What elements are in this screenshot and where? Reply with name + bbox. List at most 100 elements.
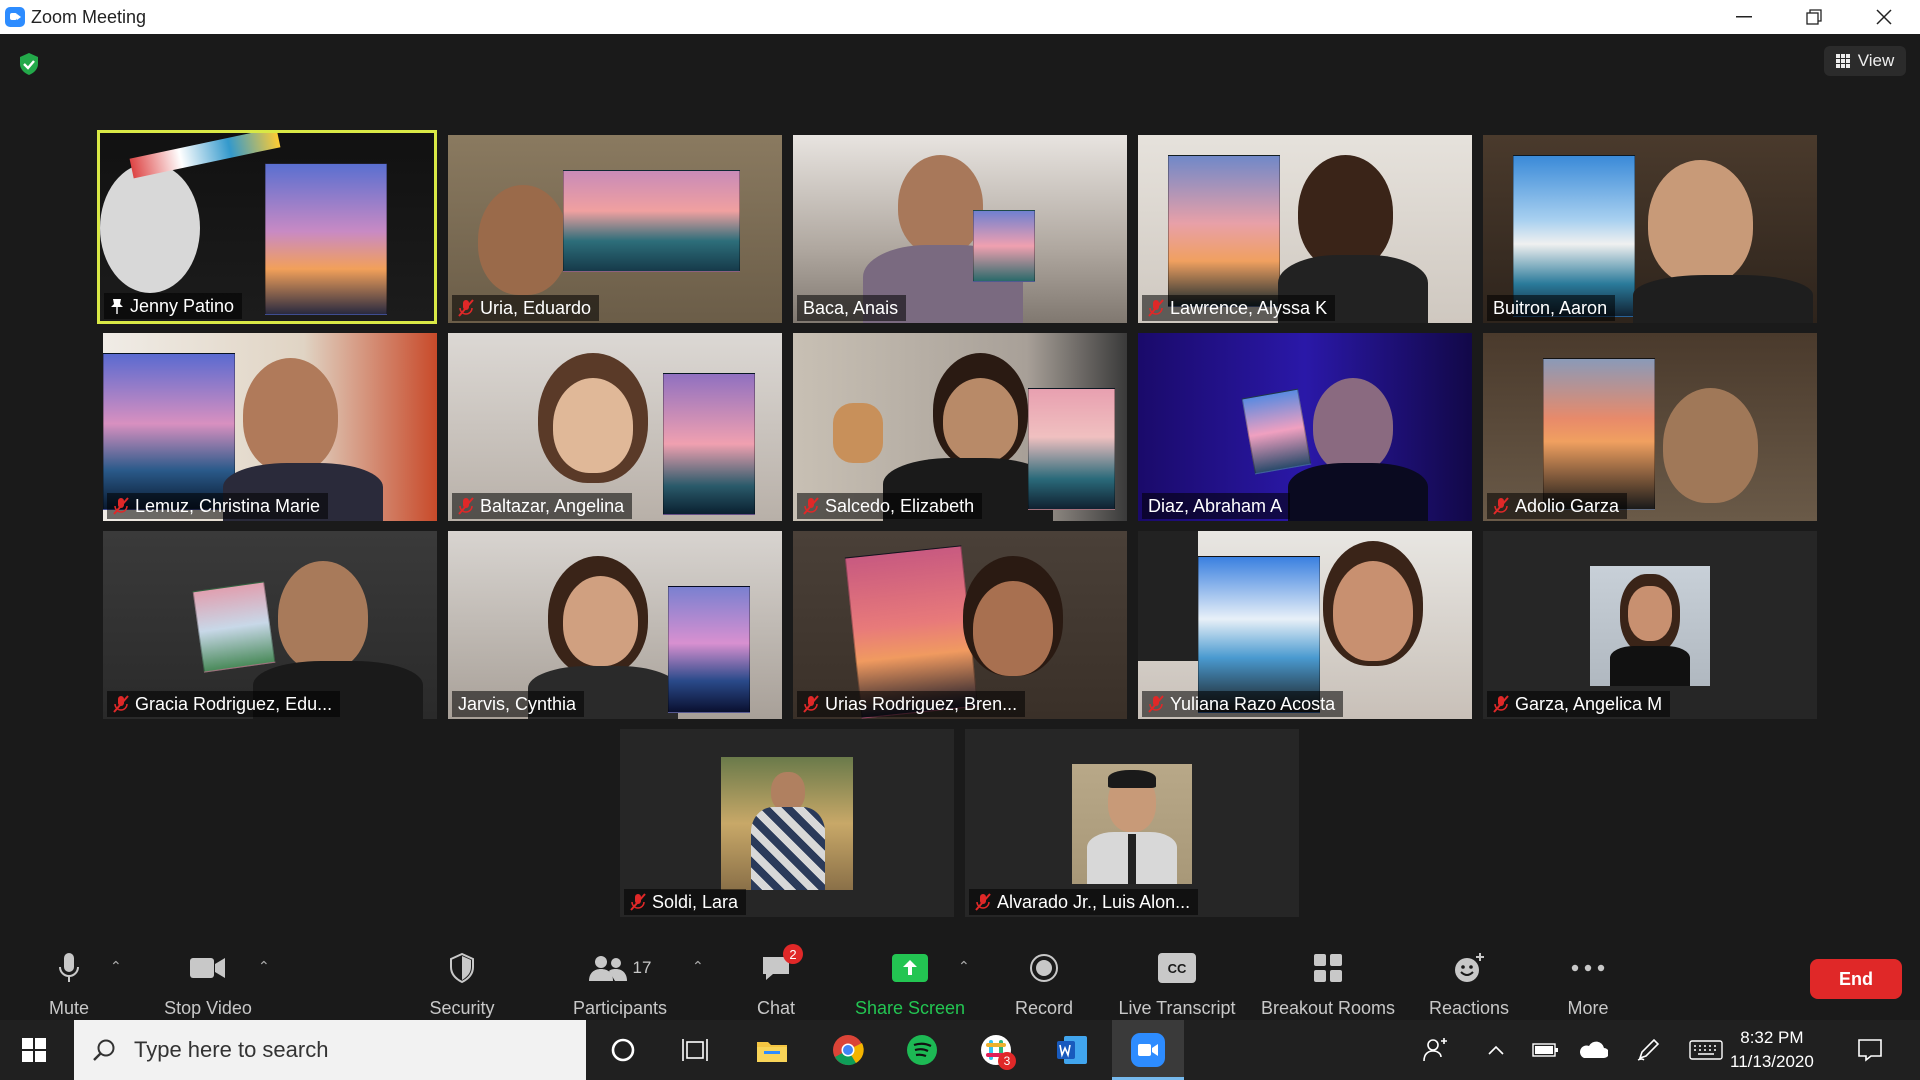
mute-button[interactable]: Mute [38,940,100,1020]
encryption-shield-icon[interactable] [18,52,40,76]
participant-name: Lawrence, Alyssa K [1170,297,1328,318]
breakout-rooms-button[interactable]: Breakout Rooms [1260,940,1396,1020]
breakout-rooms-icon [1314,954,1342,982]
battery-icon[interactable] [1526,1030,1566,1070]
participant-label: Jarvis, Cynthia [452,691,585,717]
muted-mic-icon [458,299,474,317]
zoom-app-icon [5,7,25,27]
participant-label: Urias Rodriguez, Bren... [797,691,1026,717]
profile-picture [1072,764,1192,884]
close-button[interactable] [1856,0,1912,34]
participant-label: Lemuz, Christina Marie [107,493,329,519]
record-button[interactable]: Record [1012,940,1076,1020]
pen-workspace-icon[interactable] [1628,1030,1668,1070]
search-placeholder: Type here to search [134,1037,329,1062]
restore-button[interactable] [1786,0,1842,34]
slack-badge: 3 [998,1052,1016,1070]
video-tile[interactable]: Diaz, Abraham A [1138,333,1472,521]
chat-unread-badge: 2 [783,944,803,964]
zoom-taskbar-icon[interactable] [1128,1030,1168,1070]
reactions-button[interactable]: Reactions [1428,940,1510,1020]
muted-mic-icon [803,497,819,515]
profile-picture [721,757,853,890]
task-view-icon[interactable] [675,1030,715,1070]
cortana-icon[interactable] [603,1030,643,1070]
video-tile[interactable]: Jenny Patino [97,130,437,324]
participants-options-caret[interactable]: ⌃ [692,958,704,975]
window-title: Zoom Meeting [31,7,147,27]
participant-name: Salcedo, Elizabeth [825,495,975,516]
chat-button[interactable]: 2 Chat [748,940,804,1020]
participant-name: Alvarado Jr., Luis Alon... [997,891,1191,912]
video-options-caret[interactable]: ⌃ [258,958,270,975]
muted-mic-icon [1493,695,1509,713]
video-tile[interactable]: Buitron, Aaron [1483,135,1817,323]
video-tile[interactable]: Alvarado Jr., Luis Alon... [965,729,1299,917]
share-screen-button[interactable]: Share Screen [852,940,968,1020]
close-icon [1876,9,1892,25]
taskbar-search-box[interactable]: Type here to search [74,1020,586,1080]
closed-caption-icon: CC [1158,953,1196,983]
live-transcript-button[interactable]: CC Live Transcript [1114,940,1240,1020]
system-clock[interactable]: 8:32 PM 11/13/2020 [1730,1026,1814,1074]
participant-name: Adolio Garza [1515,495,1620,516]
muted-mic-icon [975,893,991,911]
video-tile[interactable]: Lemuz, Christina Marie [103,333,437,521]
file-explorer-icon[interactable] [752,1030,792,1070]
pin-icon [111,299,123,314]
people-icon[interactable] [1416,1030,1456,1070]
participant-label: Jenny Patino [104,293,243,319]
view-button[interactable]: View [1824,46,1906,76]
chrome-icon[interactable] [828,1030,868,1070]
slack-icon[interactable]: 3 [976,1030,1016,1070]
audio-options-caret[interactable]: ⌃ [110,958,122,975]
onedrive-cloud-icon[interactable] [1573,1030,1613,1070]
end-meeting-button[interactable]: End [1810,959,1902,999]
stop-video-button[interactable]: Stop Video [158,940,258,1020]
word-icon[interactable] [1052,1030,1092,1070]
clock-date: 11/13/2020 [1730,1052,1814,1071]
video-tile[interactable]: Lawrence, Alyssa K [1138,135,1472,323]
show-hidden-icons-chevron[interactable] [1476,1030,1516,1070]
participant-name: Lemuz, Christina Marie [135,495,321,516]
participants-button[interactable]: 17 Participants [565,940,675,1020]
muted-mic-icon [1148,695,1164,713]
muted-mic-icon [803,695,819,713]
participant-label: Soldi, Lara [624,889,747,915]
participant-label: Lawrence, Alyssa K [1142,295,1336,321]
video-tile[interactable]: Adolio Garza [1483,333,1817,521]
participant-name: Garza, Angelica M [1515,693,1663,714]
participant-label: Baca, Anais [797,295,907,321]
participant-name: Urias Rodriguez, Bren... [825,693,1018,714]
muted-mic-icon [458,497,474,515]
video-tile[interactable]: Soldi, Lara [620,729,954,917]
video-tile[interactable]: Jarvis, Cynthia [448,531,782,719]
action-center-icon[interactable] [1850,1030,1890,1070]
more-dots-icon [1571,964,1605,972]
windows-start-icon[interactable] [22,1038,46,1062]
participant-label: Baltazar, Angelina [452,493,633,519]
muted-mic-icon [113,695,129,713]
video-tile[interactable]: Uria, Eduardo [448,135,782,323]
view-label: View [1857,51,1895,70]
spotify-icon[interactable] [902,1030,942,1070]
video-tile[interactable]: Gracia Rodriguez, Edu... [103,531,437,719]
participant-name: Baca, Anais [803,297,899,318]
share-options-caret[interactable]: ⌃ [958,958,970,975]
touch-keyboard-icon[interactable] [1686,1030,1726,1070]
minimize-button[interactable] [1716,0,1772,34]
video-tile[interactable]: Salcedo, Elizabeth [793,333,1127,521]
video-tile[interactable]: Yuliana Razo Acosta [1138,531,1472,719]
participant-label: Uria, Eduardo [452,295,600,321]
muted-mic-icon [630,893,646,911]
participant-name: Buitron, Aaron [1493,297,1608,318]
video-tile[interactable]: Baltazar, Angelina [448,333,782,521]
title-bar: Zoom Meeting [0,0,1920,34]
video-tile[interactable]: Baca, Anais [793,135,1127,323]
security-button[interactable]: Security [422,940,502,1020]
search-icon [93,1039,115,1061]
participant-name: Jarvis, Cynthia [458,693,577,714]
video-tile[interactable]: Garza, Angelica M [1483,531,1817,719]
video-tile[interactable]: Urias Rodriguez, Bren... [793,531,1127,719]
more-button[interactable]: More [1562,940,1614,1020]
